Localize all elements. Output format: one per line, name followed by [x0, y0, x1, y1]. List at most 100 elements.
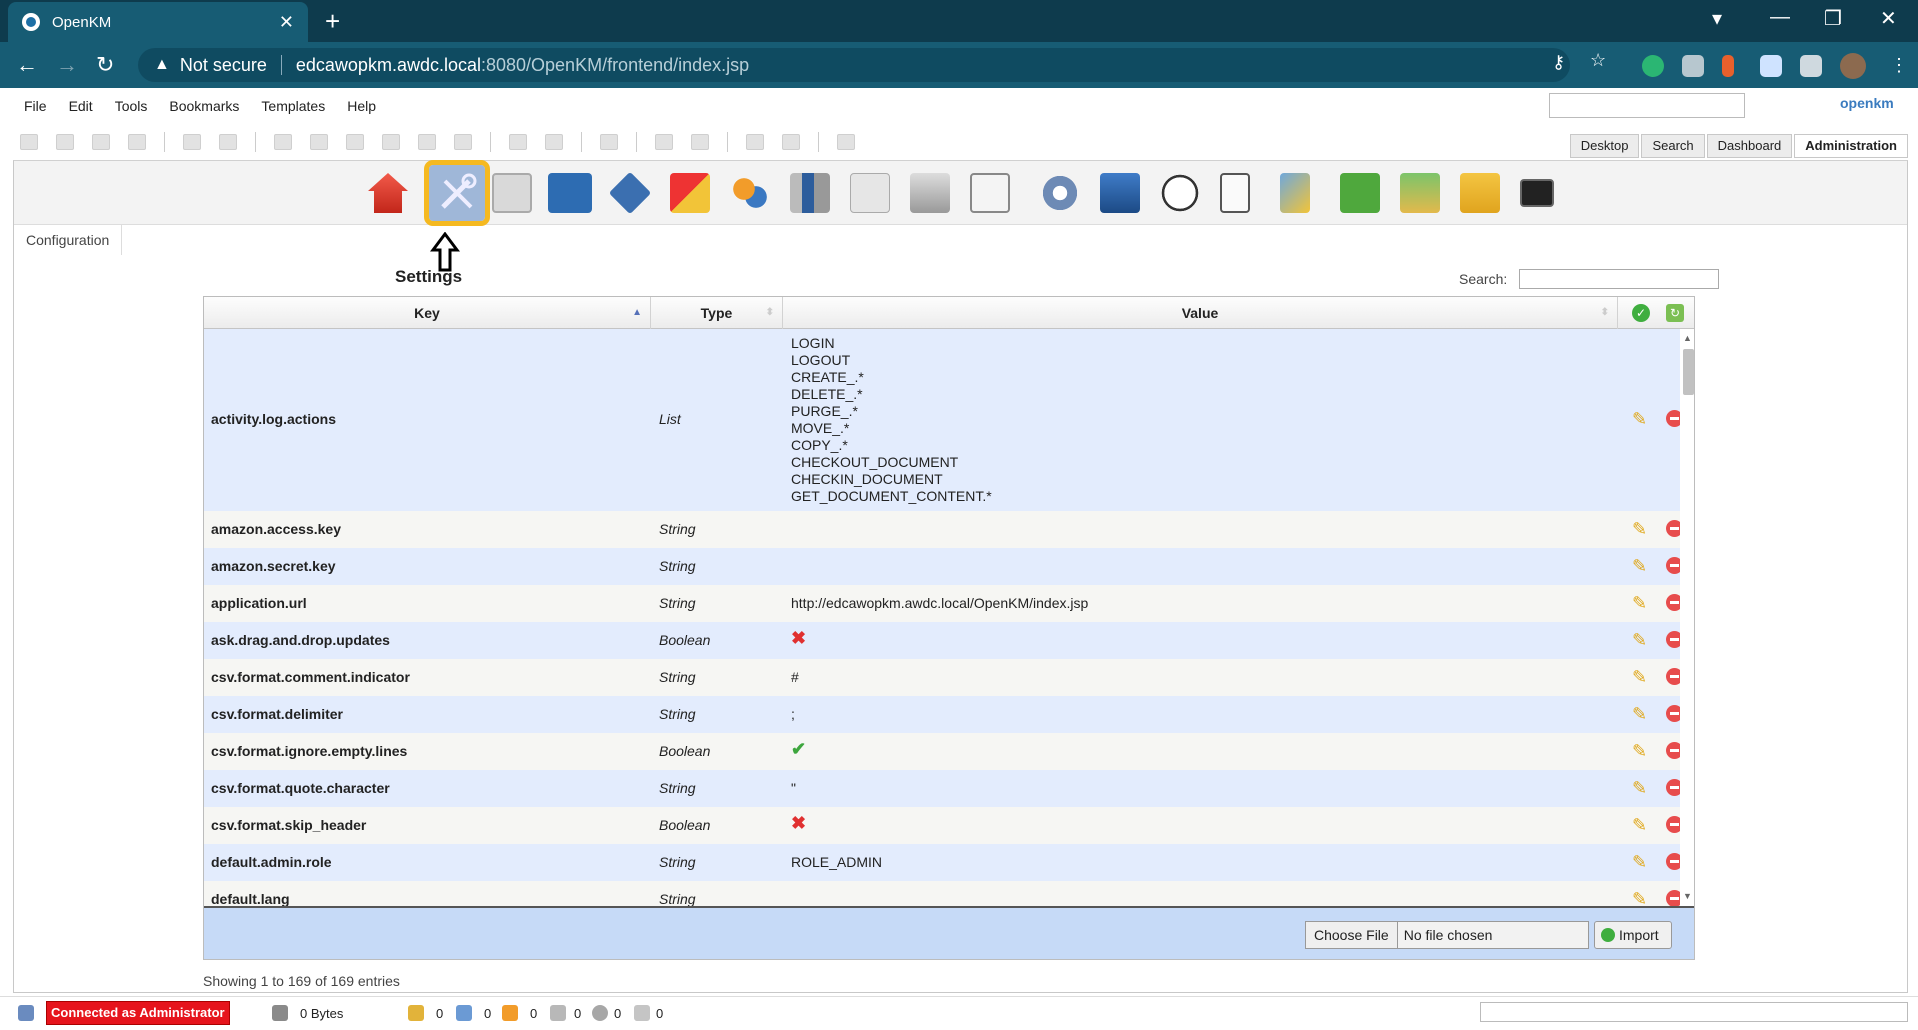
url-bar[interactable]: ▲ Not secure edcawopkm.awdc.local :8080/…: [138, 48, 1570, 82]
reports-tool-icon[interactable]: [850, 173, 890, 213]
delete-icon[interactable]: [1666, 594, 1680, 611]
camera-extension-icon[interactable]: [1682, 55, 1704, 77]
tab-dashboard[interactable]: Dashboard: [1706, 134, 1793, 158]
check-tool-icon[interactable]: [492, 173, 532, 213]
add-document-icon[interactable]: [274, 134, 292, 150]
menu-bookmarks[interactable]: Bookmarks: [169, 98, 239, 114]
table-row[interactable]: csv.format.skip_header Boolean ✖ ✎: [204, 807, 1680, 844]
forward-icon[interactable]: →: [56, 52, 78, 78]
gear-tool-icon[interactable]: [1040, 173, 1080, 213]
add-property-icon[interactable]: [509, 134, 527, 150]
tab-close-icon[interactable]: ✕: [279, 12, 294, 33]
settings-tool-icon[interactable]: [424, 160, 490, 226]
import-button[interactable]: Import: [1594, 921, 1672, 949]
grammarly-extension-icon[interactable]: [1642, 55, 1664, 77]
edit-pencil-icon[interactable]: ✎: [1632, 519, 1652, 539]
table-row[interactable]: ask.drag.and.drop.updates Boolean ✖ ✎: [204, 622, 1680, 659]
menu-help[interactable]: Help: [347, 98, 376, 114]
attachments-icon[interactable]: [634, 1005, 650, 1021]
office-extension-icon[interactable]: [1722, 55, 1734, 77]
mail-icon[interactable]: [655, 134, 673, 150]
move-document-icon[interactable]: [418, 134, 436, 150]
not-secure-label[interactable]: Not secure: [180, 55, 267, 76]
browser-menu-icon[interactable]: ⋮: [1890, 55, 1908, 76]
note-icon[interactable]: [691, 134, 709, 150]
screen-extension-icon[interactable]: [1760, 55, 1782, 77]
table-row[interactable]: csv.format.comment.indicator String # ✎: [204, 659, 1680, 696]
locked-docs-icon[interactable]: [408, 1005, 424, 1021]
minimize-icon[interactable]: —: [1770, 6, 1790, 29]
type-column-header[interactable]: Type ⬍: [651, 297, 783, 329]
table-row[interactable]: amazon.access.key String ✎: [204, 511, 1680, 548]
monitor-tool-icon[interactable]: [548, 173, 592, 213]
table-row[interactable]: amazon.secret.key String ✎: [204, 548, 1680, 585]
edit-document-icon[interactable]: [346, 134, 364, 150]
download-icon[interactable]: [310, 134, 328, 150]
delete-document-icon[interactable]: [454, 134, 472, 150]
delete-icon[interactable]: [1666, 520, 1680, 537]
proposed-icon[interactable]: [550, 1005, 566, 1021]
back-icon[interactable]: ←: [16, 52, 38, 78]
browser-tab[interactable]: OpenKM ✕: [8, 2, 308, 42]
terminal-tool-icon[interactable]: [1520, 179, 1554, 207]
new-document-icon[interactable]: [56, 134, 74, 150]
tab-search-icon[interactable]: ▾: [1712, 6, 1722, 31]
key-column-header[interactable]: Key ▲: [204, 297, 651, 329]
edit-pencil-icon[interactable]: ✎: [1632, 704, 1652, 724]
home-tool-icon[interactable]: [368, 173, 408, 213]
restore-icon[interactable]: ❐: [1824, 6, 1842, 31]
edit-pencil-icon[interactable]: ✎: [1632, 556, 1652, 576]
utilities-tool-icon[interactable]: [670, 173, 710, 213]
file-input[interactable]: Choose File No file chosen: [1305, 921, 1589, 949]
delete-icon[interactable]: [1666, 557, 1680, 574]
profiles-tool-icon[interactable]: [790, 173, 830, 213]
clock-tool-icon[interactable]: [1160, 173, 1200, 213]
edit-pencil-icon[interactable]: ✎: [1632, 667, 1652, 687]
delete-icon[interactable]: [1666, 742, 1680, 759]
edit-pencil-icon[interactable]: ✎: [1632, 593, 1652, 613]
edit-pencil-icon[interactable]: ✎: [1632, 889, 1652, 906]
delete-icon[interactable]: [1666, 853, 1680, 870]
new-folder-icon[interactable]: [20, 134, 38, 150]
export-tool-icon[interactable]: [1460, 173, 1500, 213]
profile-avatar[interactable]: [1840, 53, 1866, 79]
edit-pencil-icon[interactable]: ✎: [1632, 852, 1652, 872]
lists-tool-icon[interactable]: [1220, 173, 1250, 213]
delete-icon[interactable]: [1666, 410, 1680, 427]
import-tool-icon[interactable]: [1400, 173, 1440, 213]
choose-file-button[interactable]: Choose File: [1306, 922, 1398, 948]
extensions-puzzle-icon[interactable]: [1800, 55, 1822, 77]
checkout-docs-icon[interactable]: [456, 1005, 472, 1021]
stamp-tool-icon[interactable]: [1340, 173, 1380, 213]
edit-pencil-icon[interactable]: ✎: [1632, 815, 1652, 835]
calendar-tool-icon[interactable]: [970, 173, 1010, 213]
filter-tool-icon[interactable]: [1280, 173, 1310, 213]
lock-icon[interactable]: [183, 134, 201, 150]
table-scrollbar[interactable]: ▲ ▼: [1680, 329, 1694, 906]
bookmark-star-icon[interactable]: ☆: [1590, 50, 1606, 71]
delete-icon[interactable]: [1666, 890, 1680, 906]
delete-icon[interactable]: [1666, 816, 1680, 833]
table-row[interactable]: default.lang String ✎: [204, 881, 1680, 906]
tab-administration[interactable]: Administration: [1794, 134, 1908, 158]
delete-icon[interactable]: [1666, 668, 1680, 685]
edit-pencil-icon[interactable]: ✎: [1632, 778, 1652, 798]
window-close-icon[interactable]: ✕: [1880, 6, 1897, 31]
scroll-down-icon[interactable]: ▼: [1683, 891, 1692, 901]
menu-file[interactable]: File: [24, 98, 47, 114]
subscribed-icon[interactable]: [502, 1005, 518, 1021]
tab-search[interactable]: Search: [1641, 134, 1705, 158]
menu-templates[interactable]: Templates: [261, 98, 325, 114]
workflow-tool-icon[interactable]: [608, 171, 652, 215]
refresh-config-icon[interactable]: ↻: [1666, 304, 1684, 322]
table-row[interactable]: csv.format.quote.character String " ✎: [204, 770, 1680, 807]
scripting-tool-icon[interactable]: [910, 173, 950, 213]
users-tool-icon[interactable]: [730, 173, 770, 213]
table-row[interactable]: default.admin.role String ROLE_ADMIN ✎: [204, 844, 1680, 881]
workflow-status-icon[interactable]: [592, 1005, 608, 1021]
unlock-icon[interactable]: [219, 134, 237, 150]
copy-document-icon[interactable]: [382, 134, 400, 150]
scroll-thumb[interactable]: [1683, 349, 1694, 395]
value-column-header[interactable]: Value ⬍: [783, 297, 1618, 329]
fullscreen-icon[interactable]: [837, 134, 855, 150]
